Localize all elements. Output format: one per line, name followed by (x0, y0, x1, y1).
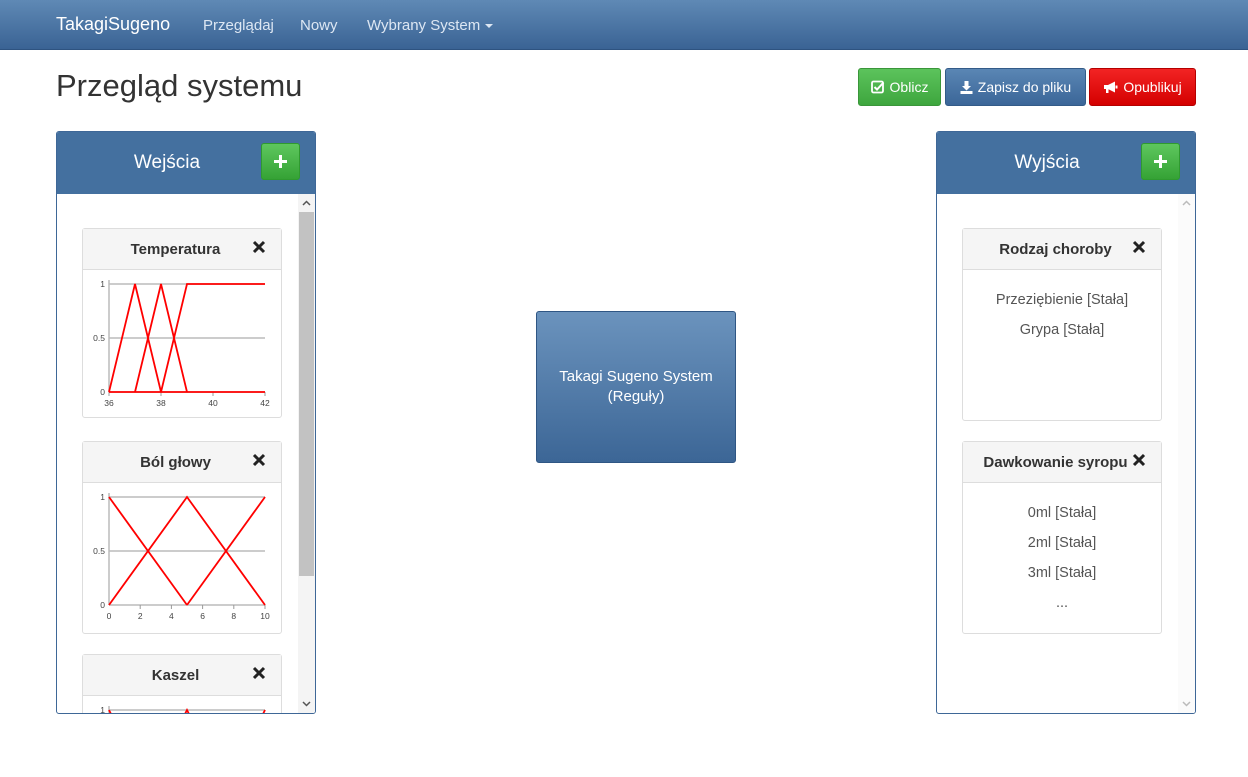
y-tick-label: 1 (100, 279, 105, 289)
inputs-list: Temperatura 1 0.5 0 36 38 40 42 Ból głow… (57, 194, 315, 713)
x-tick-label: 36 (104, 398, 114, 408)
input-card-chart-area: 1 0.5 0 0 2 4 6 8 10 (83, 483, 281, 633)
output-term: 0ml [Stała] (1027, 505, 1097, 521)
output-card-title: Rodzaj choroby (999, 241, 1112, 258)
navbar: TakagiSugeno Przeglądaj Nowy Wybrany Sys… (0, 0, 1248, 50)
calculate-label: Oblicz (889, 79, 929, 95)
input-card-chart-area: 1 0.5 0 36 38 40 42 (83, 270, 281, 418)
page-title: Przegląd systemu (56, 68, 303, 103)
download-icon (960, 80, 973, 94)
y-tick-label: 0.5 (93, 546, 105, 556)
nav-browse[interactable]: Przeglądaj (203, 17, 274, 34)
output-term: Przeziębienie [Stała] (995, 292, 1129, 308)
x-tick-label: 4 (169, 611, 174, 621)
output-term-ellipsis: ... (1055, 595, 1069, 611)
inputs-scrollbar[interactable] (298, 194, 315, 713)
y-tick-label: 1 (100, 705, 105, 713)
scroll-down-icon[interactable] (298, 696, 315, 712)
scroll-down-icon[interactable] (1178, 696, 1195, 712)
x-tick-label: 6 (200, 611, 205, 621)
publish-button[interactable]: Opublikuj (1089, 68, 1196, 106)
scroll-up-icon[interactable] (298, 195, 315, 211)
outputs-panel-header: Wyjścia (937, 132, 1195, 194)
nav-selected-system-dropdown[interactable]: Wybrany System (367, 17, 494, 34)
close-icon[interactable] (252, 666, 266, 680)
x-tick-label: 40 (208, 398, 218, 408)
y-tick-label: 0 (100, 387, 105, 397)
nav-new[interactable]: Nowy (300, 17, 338, 34)
output-term: 3ml [Stała] (1027, 565, 1097, 581)
output-term: 2ml [Stała] (1027, 535, 1097, 551)
input-card-chart-area: 1 (83, 696, 281, 713)
bullhorn-icon (1104, 81, 1118, 93)
membership-chart-headache: 1 0.5 0 0 2 4 6 8 10 (93, 492, 270, 621)
input-card-title: Kaszel (151, 667, 200, 684)
y-tick-label: 0 (100, 600, 105, 610)
input-card-title: Temperatura (130, 241, 221, 258)
system-name: Takagi Sugeno System (559, 368, 713, 385)
y-tick-label: 1 (100, 492, 105, 502)
inputs-panel: Wejścia Temperatura 1 0.5 0 36 38 40 42 … (56, 131, 316, 714)
system-subtitle: (Reguły) (607, 388, 665, 405)
input-card-header: Ból głowy (83, 442, 281, 483)
plus-icon (1154, 155, 1167, 168)
output-card-body: Przeziębienie [Stała] Grypa [Stała] (963, 270, 1161, 345)
input-card-header: Temperatura (83, 229, 281, 270)
output-card-disease-type: Rodzaj choroby Przeziębienie [Stała] Gry… (962, 228, 1162, 421)
inputs-panel-header: Wejścia (57, 132, 315, 194)
save-to-file-label: Zapisz do pliku (977, 79, 1072, 95)
nav-selected-system-label: Wybrany System (367, 17, 481, 34)
add-output-button[interactable] (1141, 143, 1180, 180)
add-input-button[interactable] (261, 143, 300, 180)
x-tick-label: 42 (260, 398, 270, 408)
plus-icon (274, 155, 287, 168)
output-card-body: 0ml [Stała] 2ml [Stała] 3ml [Stała] ... (963, 483, 1161, 618)
outputs-panel: Wyjścia Rodzaj choroby Przeziębienie [St… (936, 131, 1196, 714)
input-card-temperature: Temperatura 1 0.5 0 36 38 40 42 (82, 228, 282, 418)
caret-down-icon (485, 24, 494, 29)
scroll-thumb[interactable] (299, 212, 314, 576)
brand-link[interactable]: TakagiSugeno (56, 14, 170, 35)
close-icon[interactable] (252, 453, 266, 467)
publish-label: Opublikuj (1123, 79, 1182, 95)
rules-system-box[interactable]: Takagi Sugeno System (Reguły) (536, 311, 736, 463)
inputs-panel-title: Wejścia (133, 152, 201, 173)
membership-chart-temperature: 1 0.5 0 36 38 40 42 (93, 279, 270, 408)
x-tick-label: 8 (231, 611, 236, 621)
save-to-file-button[interactable]: Zapisz do pliku (945, 68, 1086, 106)
input-card-headache: Ból głowy 1 0.5 0 0 2 4 6 8 10 (82, 441, 282, 634)
check-square-icon (870, 80, 884, 94)
close-icon[interactable] (252, 240, 266, 254)
output-card-title: Dawkowanie syropu (983, 454, 1128, 471)
calculate-button[interactable]: Oblicz (858, 68, 941, 106)
y-tick-label: 0.5 (93, 333, 105, 343)
scroll-up-icon[interactable] (1178, 195, 1195, 211)
output-card-syrup-dosage: Dawkowanie syropu 0ml [Stała] 2ml [Stała… (962, 441, 1162, 634)
x-tick-label: 2 (138, 611, 143, 621)
outputs-scrollbar[interactable] (1178, 194, 1195, 713)
x-tick-label: 38 (156, 398, 166, 408)
close-icon[interactable] (1132, 240, 1146, 254)
close-icon[interactable] (1132, 453, 1146, 467)
output-term: Grypa [Stała] (1019, 322, 1105, 338)
input-card-header: Kaszel (83, 655, 281, 696)
x-tick-label: 0 (107, 611, 112, 621)
input-card-title: Ból głowy (140, 454, 211, 471)
input-card-cough: Kaszel 1 (82, 654, 282, 713)
output-card-header: Dawkowanie syropu (963, 442, 1161, 483)
x-tick-label: 10 (260, 611, 270, 621)
outputs-panel-title: Wyjścia (1014, 152, 1080, 173)
outputs-list: Rodzaj choroby Przeziębienie [Stała] Gry… (937, 194, 1195, 713)
output-card-header: Rodzaj choroby (963, 229, 1161, 270)
membership-chart-cough: 1 (100, 705, 266, 713)
